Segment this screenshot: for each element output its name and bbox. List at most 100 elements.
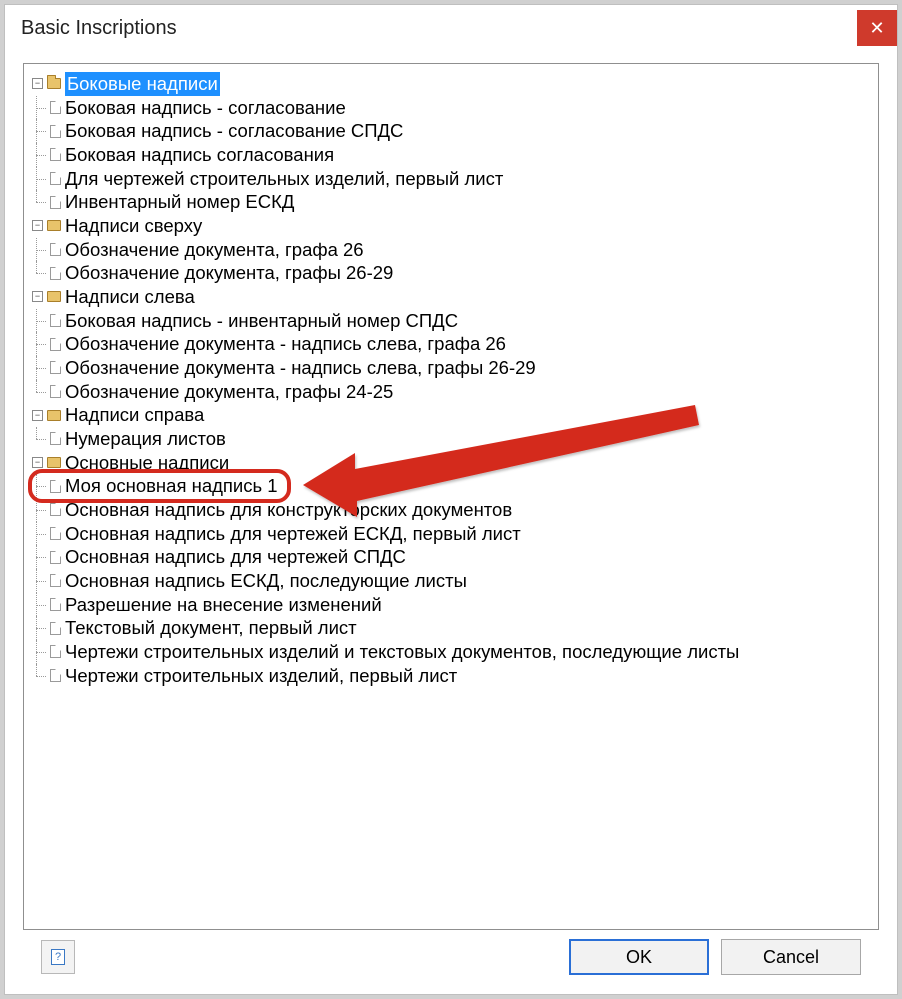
- tree-item-label: Чертежи строительных изделий и текстовых…: [65, 640, 739, 664]
- tree-item-row[interactable]: Основная надпись для чертежей ЕСКД, перв…: [48, 522, 872, 546]
- tree-item-row[interactable]: Боковая надпись - инвентарный номер СПДС: [48, 309, 872, 333]
- folder-icon: [47, 291, 61, 302]
- tree-item-row[interactable]: Обозначение документа, графа 26: [48, 238, 872, 262]
- tree-item: Основная надпись ЕСКД, последующие листы: [30, 569, 872, 593]
- tree-item-label: Инвентарный номер ЕСКД: [65, 190, 294, 214]
- tree-item: Чертежи строительных изделий, первый лис…: [30, 664, 872, 688]
- tree-item-label: Текстовый документ, первый лист: [65, 616, 357, 640]
- tree-item: Обозначение документа, графы 26-29: [30, 261, 872, 285]
- tree-item-label: Основная надпись для чертежей СПДС: [65, 545, 406, 569]
- ok-button[interactable]: OK: [569, 939, 709, 975]
- tree-item-label: Обозначение документа, графы 26-29: [65, 261, 393, 285]
- tree-item: Обозначение документа - надпись слева, г…: [30, 332, 872, 356]
- tree-item-row[interactable]: Разрешение на внесение изменений: [48, 593, 872, 617]
- tree-folder-row[interactable]: − Надписи справа: [30, 403, 872, 427]
- tree-item: Основная надпись для конструкторских док…: [30, 498, 872, 522]
- tree-item-label: Обозначение документа - надпись слева, г…: [65, 332, 506, 356]
- folder-icon: [47, 220, 61, 231]
- help-icon: [51, 949, 65, 965]
- tree-item-row[interactable]: Нумерация листов: [48, 427, 872, 451]
- document-icon: [50, 598, 61, 611]
- document-icon: [50, 503, 61, 516]
- tree-group: −Основные надписиМоя основная надпись 1О…: [30, 451, 872, 688]
- document-icon: [50, 125, 61, 138]
- expander-icon[interactable]: −: [32, 220, 43, 231]
- document-icon: [50, 196, 61, 209]
- dialog-title: Basic Inscriptions: [21, 17, 177, 40]
- titlebar: Basic Inscriptions ✕: [5, 5, 897, 51]
- document-icon: [50, 361, 61, 374]
- document-icon: [50, 148, 61, 161]
- tree-item-label: Для чертежей строительных изделий, первы…: [65, 167, 503, 191]
- tree-item-row[interactable]: Обозначение документа - надпись слева, г…: [48, 332, 872, 356]
- tree-item: Основная надпись для чертежей СПДС: [30, 545, 872, 569]
- expander-icon[interactable]: −: [32, 457, 43, 468]
- document-icon: [50, 101, 61, 114]
- document-icon: [50, 622, 61, 635]
- tree-item-row[interactable]: Боковая надпись согласования: [48, 143, 872, 167]
- tree-item-label: Основная надпись ЕСКД, последующие листы: [65, 569, 467, 593]
- cancel-button[interactable]: Cancel: [721, 939, 861, 975]
- tree-folder-label: Основные надписи: [65, 451, 229, 475]
- document-icon: [50, 432, 61, 445]
- tree-folder-row[interactable]: − Боковые надписи: [30, 72, 872, 96]
- tree-item: Нумерация листов: [30, 427, 872, 451]
- tree-item-label: Боковая надпись - инвентарный номер СПДС: [65, 309, 458, 333]
- tree-item-row[interactable]: Моя основная надпись 1: [48, 474, 872, 498]
- tree-item: Разрешение на внесение изменений: [30, 593, 872, 617]
- expander-icon[interactable]: −: [32, 78, 43, 89]
- document-icon: [50, 574, 61, 587]
- tree-item-row[interactable]: Основная надпись для чертежей СПДС: [48, 545, 872, 569]
- tree-item-row[interactable]: Текстовый документ, первый лист: [48, 616, 872, 640]
- folder-icon: [47, 457, 61, 468]
- tree-item: Инвентарный номер ЕСКД: [30, 190, 872, 214]
- tree-item-label: Обозначение документа, графа 26: [65, 238, 364, 262]
- tree-folder-label: Боковые надписи: [65, 72, 220, 96]
- tree-item: Боковая надпись согласования: [30, 143, 872, 167]
- tree-item-label: Нумерация листов: [65, 427, 226, 451]
- help-button[interactable]: [41, 940, 75, 974]
- tree-item-row[interactable]: Обозначение документа, графы 24-25: [48, 380, 872, 404]
- dialog-basic-inscriptions: Basic Inscriptions ✕ −Боковые надписиБок…: [4, 4, 898, 995]
- expander-icon[interactable]: −: [32, 410, 43, 421]
- tree-item-row[interactable]: Боковая надпись - согласование СПДС: [48, 119, 872, 143]
- tree-group: − Надписи справаНумерация листов: [30, 403, 872, 450]
- tree-item-label: Основная надпись для чертежей ЕСКД, перв…: [65, 522, 521, 546]
- tree-item: Текстовый документ, первый лист: [30, 616, 872, 640]
- tree-item-row[interactable]: Чертежи строительных изделий, первый лис…: [48, 664, 872, 688]
- document-icon: [50, 338, 61, 351]
- document-icon: [50, 172, 61, 185]
- tree-folder-row[interactable]: − Основные надписи: [30, 451, 872, 475]
- tree-item-row[interactable]: Чертежи строительных изделий и текстовых…: [48, 640, 872, 664]
- tree-item-label: Обозначение документа, графы 24-25: [65, 380, 393, 404]
- tree-folder-label: Надписи справа: [65, 403, 204, 427]
- document-icon: [50, 243, 61, 256]
- document-icon: [50, 480, 61, 493]
- tree-group: −Боковые надписиБоковая надпись - соглас…: [30, 72, 872, 214]
- close-button[interactable]: ✕: [857, 10, 897, 46]
- tree-item-label: Боковая надпись согласования: [65, 143, 334, 167]
- tree-item-label: Моя основная надпись 1: [65, 474, 278, 498]
- tree-folder-label: Надписи слева: [65, 285, 195, 309]
- document-icon: [50, 314, 61, 327]
- tree-item-label: Разрешение на внесение изменений: [65, 593, 382, 617]
- document-icon: [50, 267, 61, 280]
- tree-folder-row[interactable]: − Надписи сверху: [30, 214, 872, 238]
- tree-item: Боковая надпись - согласование: [30, 96, 872, 120]
- tree-item: Чертежи строительных изделий и текстовых…: [30, 640, 872, 664]
- document-icon: [50, 527, 61, 540]
- document-icon: [50, 551, 61, 564]
- folder-icon: [47, 410, 61, 421]
- tree-item-row[interactable]: Для чертежей строительных изделий, первы…: [48, 167, 872, 191]
- tree-item: Моя основная надпись 1: [30, 474, 872, 498]
- tree-item-row[interactable]: Основная надпись для конструкторских док…: [48, 498, 872, 522]
- tree-item-row[interactable]: Обозначение документа - надпись слева, г…: [48, 356, 872, 380]
- tree-item-row[interactable]: Боковая надпись - согласование: [48, 96, 872, 120]
- tree-item-row[interactable]: Основная надпись ЕСКД, последующие листы: [48, 569, 872, 593]
- expander-icon[interactable]: −: [32, 291, 43, 302]
- tree-item-row[interactable]: Обозначение документа, графы 26-29: [48, 261, 872, 285]
- tree-item-row[interactable]: Инвентарный номер ЕСКД: [48, 190, 872, 214]
- tree-folder-label: Надписи сверху: [65, 214, 202, 238]
- tree-folder-row[interactable]: − Надписи слева: [30, 285, 872, 309]
- tree-view[interactable]: −Боковые надписиБоковая надпись - соглас…: [23, 63, 879, 930]
